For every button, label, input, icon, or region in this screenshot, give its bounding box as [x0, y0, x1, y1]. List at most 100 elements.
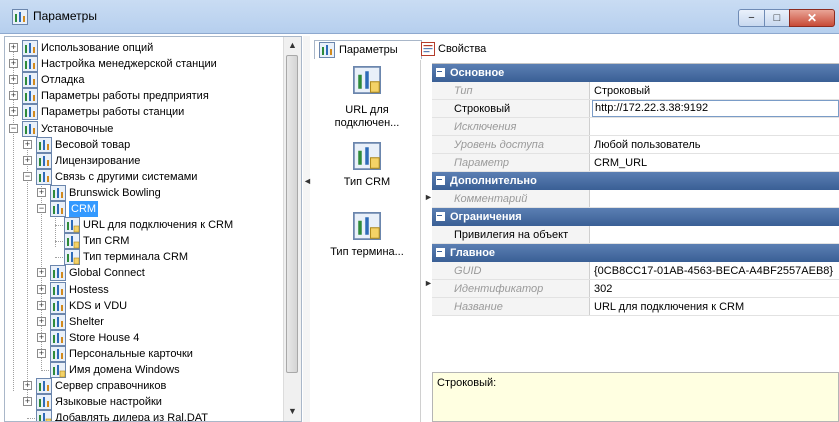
tree-item[interactable]: + Shelter — [5, 313, 283, 330]
close-button[interactable]: ✕ — [789, 9, 835, 27]
expand-icon[interactable]: + — [9, 107, 18, 117]
tree-item-label: Сервер справочников — [55, 380, 167, 393]
parameter-icon — [36, 410, 52, 421]
tree-item[interactable]: URL для подключения к CRM — [5, 217, 283, 234]
tree-item[interactable]: + Языковые настройки — [5, 394, 283, 411]
scroll-down-arrow-icon[interactable]: ▼ — [284, 403, 301, 419]
tree-item[interactable]: Добавлять дилера из Ral.DAT — [5, 410, 283, 422]
folder-settings-icon — [22, 120, 38, 137]
tree-scrollbar[interactable]: ▲ ▼ — [283, 37, 301, 421]
category-main[interactable]: Основное — [432, 64, 839, 82]
tree-item[interactable]: + Персональные карточки — [5, 345, 283, 362]
strip-item-crm-type[interactable]: Тип CRM — [314, 142, 420, 190]
property-row-name[interactable]: Название URL для подключения к CRM — [432, 298, 839, 316]
panel-splitter[interactable]: ◄ — [303, 36, 312, 422]
tree-item[interactable]: + Параметры работы предприятия — [5, 88, 283, 105]
tree-item[interactable]: + Отладка — [5, 72, 283, 89]
expand-icon[interactable]: + — [37, 187, 46, 197]
tree-item[interactable]: + Весовой товар — [5, 136, 283, 153]
property-row-comment[interactable]: Комментарий — [432, 190, 839, 208]
expand-icon[interactable]: + — [9, 91, 18, 101]
expand-icon[interactable]: + — [37, 332, 46, 342]
tree-item[interactable]: + Использование опций — [5, 40, 283, 56]
collapse-icon[interactable] — [436, 248, 445, 257]
tree-item-label: Персональные карточки — [69, 347, 193, 360]
properties-tab-icon — [421, 42, 435, 56]
property-row-type[interactable]: Тип Строковый — [432, 82, 839, 100]
property-row-privilege[interactable]: Привилегия на объект — [432, 226, 839, 244]
strip-item-label: Тип термина... — [330, 246, 404, 258]
tab-parameters[interactable]: Параметры — [314, 40, 422, 59]
expand-icon[interactable]: + — [37, 268, 46, 278]
maximize-button[interactable]: □ — [764, 9, 790, 27]
parameters-tab-icon — [319, 42, 335, 58]
property-row-exceptions[interactable]: Исключения — [432, 118, 839, 136]
tab-properties[interactable]: Свойства — [421, 40, 502, 59]
expand-icon[interactable]: + — [37, 316, 46, 326]
folder-settings-icon — [22, 56, 38, 73]
expand-icon[interactable]: + — [23, 139, 32, 149]
category-extra[interactable]: Дополнительно — [432, 172, 839, 190]
tree-item[interactable]: + Настройка менеджерской станции — [5, 56, 283, 73]
tree-item[interactable]: + Store House 4 — [5, 329, 283, 346]
tree-item[interactable]: + Лицензирование — [5, 152, 283, 169]
collapse-icon[interactable] — [436, 212, 445, 221]
expand-icon[interactable]: + — [9, 75, 18, 85]
collapse-icon[interactable]: − — [23, 171, 32, 181]
parameter-icon-list[interactable]: URL для подключен... Тип CRM Тип термина… — [314, 60, 421, 422]
expand-icon[interactable]: + — [37, 284, 46, 294]
scroll-up-arrow-icon[interactable]: ▲ — [284, 37, 301, 53]
tree-item[interactable]: + Global Connect — [5, 265, 283, 282]
expand-icon[interactable]: + — [9, 59, 18, 69]
tree-item[interactable]: + KDS и VDU — [5, 297, 283, 314]
property-grid[interactable]: Основное Тип Строковый Строковый http://17… — [432, 63, 839, 370]
tree-item[interactable]: Имя домена Windows — [5, 362, 283, 378]
expand-icon[interactable]: + — [9, 43, 18, 52]
expand-icon[interactable]: + — [37, 348, 46, 358]
property-row-id[interactable]: Идентификатор 302 — [432, 280, 839, 298]
folder-settings-icon — [36, 378, 52, 395]
tree-item-label: Store House 4 — [69, 331, 140, 344]
tree-item[interactable]: + Параметры работы станции — [5, 104, 283, 121]
expand-icon[interactable]: + — [23, 155, 32, 165]
tree-item[interactable]: − Связь с другими системами — [5, 168, 283, 185]
tree-item[interactable]: + Hostess — [5, 281, 283, 298]
property-row-guid[interactable]: GUID {0CB8CC17-01AB-4563-BECA-A4BF2557AEB… — [432, 262, 839, 280]
collapse-left-icon[interactable]: ◄ — [303, 176, 312, 186]
tree-item-label: Добавлять дилера из Ral.DAT — [55, 412, 209, 422]
property-row-parameter[interactable]: Параметр CRM_URL — [432, 154, 839, 172]
parameter-icon — [353, 66, 381, 94]
tree-item-label: Установочные — [41, 122, 114, 135]
expand-icon[interactable]: + — [37, 300, 46, 310]
tree-item-label: Имя домена Windows — [69, 364, 180, 376]
property-row-access[interactable]: Уровень доступа Любой пользователь — [432, 136, 839, 154]
title-bar[interactable]: Параметры − □ ✕ — [0, 0, 839, 34]
tree-item[interactable]: Тип CRM — [5, 233, 283, 250]
tree-item[interactable]: Тип терминала CRM — [5, 249, 283, 266]
tree-item-label: Отладка — [41, 74, 85, 87]
category-general[interactable]: Главное — [432, 244, 839, 262]
collapse-icon[interactable]: − — [37, 204, 46, 213]
string-value-field[interactable]: http://172.22.3.38:9192 — [592, 100, 839, 117]
parameter-icon — [64, 217, 80, 234]
expand-icon[interactable]: + — [23, 397, 32, 407]
expand-icon[interactable]: + — [23, 381, 32, 391]
tree-item-label: Тип CRM — [83, 235, 130, 248]
settings-tree[interactable]: + Использование опций + Настройка менеджерс… — [4, 36, 302, 422]
minimize-icon: − — [748, 12, 755, 24]
collapse-icon[interactable]: − — [9, 123, 18, 133]
tree-item[interactable]: − Установочные — [5, 120, 283, 137]
tree-item[interactable]: + Brunswick Bowling — [5, 184, 283, 201]
strip-item-url[interactable]: URL для подключен... — [314, 66, 420, 130]
scroll-thumb[interactable] — [286, 55, 298, 373]
strip-item-terminal-type[interactable]: Тип термина... — [314, 212, 420, 276]
tree-item[interactable]: − CRM — [5, 201, 283, 217]
tree-item[interactable]: + Сервер справочников — [5, 378, 283, 395]
minimize-button[interactable]: − — [738, 9, 765, 27]
collapse-icon[interactable] — [436, 176, 445, 185]
property-row-string[interactable]: Строковый http://172.22.3.38:9192 — [432, 100, 839, 118]
category-limits[interactable]: Ограничения — [432, 208, 839, 226]
tab-properties-label: Свойства — [438, 43, 487, 55]
collapse-icon[interactable] — [436, 68, 445, 77]
folder-settings-icon — [22, 40, 38, 56]
